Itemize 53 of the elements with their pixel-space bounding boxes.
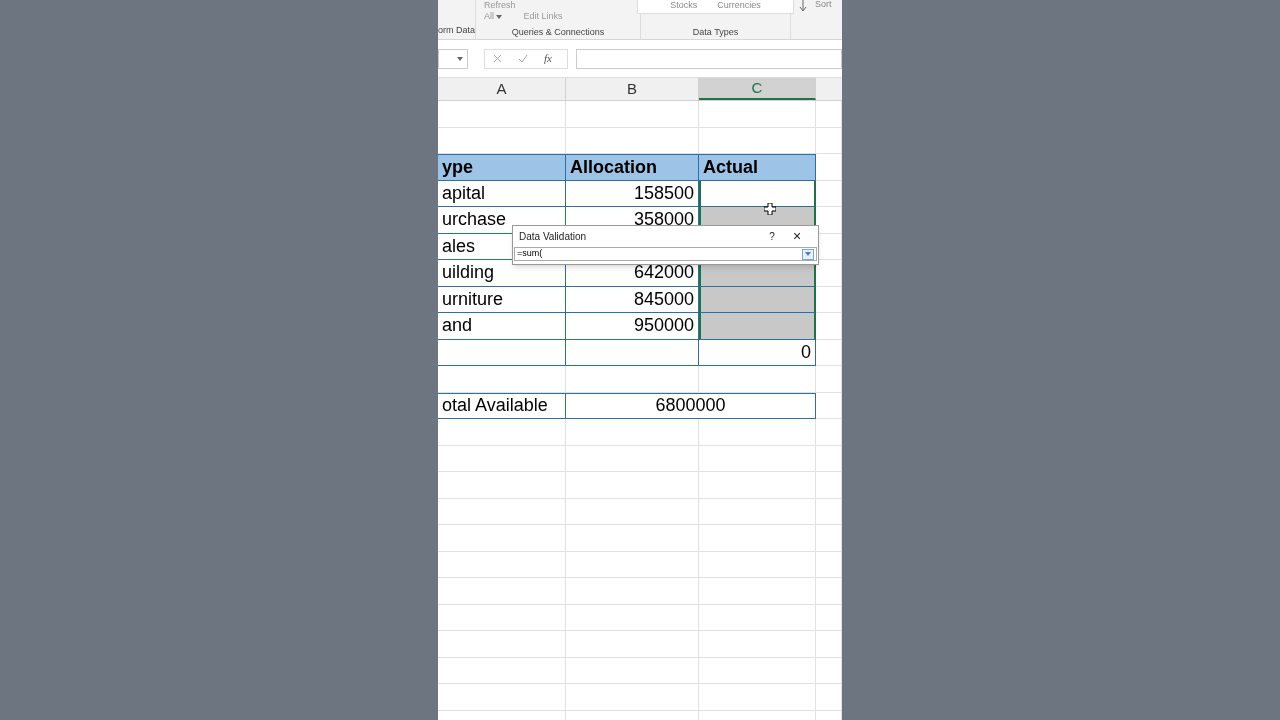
formula-field[interactable] (576, 48, 842, 69)
empty-cell (816, 472, 842, 499)
empty-cell (816, 631, 842, 658)
empty-cell (816, 419, 842, 446)
column-header[interactable]: A (438, 78, 566, 100)
empty-cell (816, 339, 842, 366)
refresh-button[interactable]: Refresh (484, 0, 516, 11)
header-cell: ype (438, 154, 566, 181)
cursor-icon (764, 203, 776, 215)
caret-icon (496, 14, 502, 19)
function-button[interactable]: fx (544, 50, 552, 67)
data-type-button[interactable]: Stocks (670, 0, 698, 13)
close-button[interactable]: × (782, 226, 812, 247)
table-cell: apital (438, 180, 566, 207)
table-cell: and (438, 313, 566, 340)
column-header[interactable]: C (699, 78, 816, 100)
empty-cell (816, 127, 842, 154)
group-label: Data Types (692, 25, 739, 39)
expand-icon[interactable] (802, 248, 814, 260)
help-button[interactable]: ? (762, 229, 782, 244)
table-cell: otal Available (438, 392, 566, 419)
header-cell: Actual (699, 154, 816, 181)
table-cell: 0 (699, 339, 816, 366)
empty-cell (816, 180, 842, 207)
cancel-icon[interactable] (493, 54, 502, 63)
data-type-button[interactable]: Currencies (717, 0, 761, 13)
check-icon[interactable] (518, 54, 528, 63)
empty-cell (816, 578, 842, 605)
empty-cell (816, 551, 842, 578)
group-label: Queries & Connections (511, 25, 605, 39)
group-label: orm Data (438, 23, 475, 37)
empty-cell (816, 154, 842, 181)
empty-cell (816, 525, 842, 552)
refresh-all-button[interactable]: All (484, 11, 516, 22)
empty-cell (816, 445, 842, 472)
empty-cell (816, 392, 842, 419)
empty-cell (816, 286, 842, 313)
name-box[interactable] (438, 48, 468, 69)
empty-cell (816, 366, 842, 393)
empty-cell (816, 684, 842, 711)
header-cell: Allocation (566, 154, 699, 181)
empty-cell (816, 101, 842, 128)
dropdown-icon (457, 56, 463, 61)
empty-cell (816, 313, 842, 340)
table-cell: urniture (438, 286, 566, 313)
table-cell: 6800000 (566, 392, 816, 419)
empty-cell (816, 498, 842, 525)
sort-arrow-icon[interactable] (799, 0, 807, 12)
reference-field[interactable]: =sum( (514, 247, 817, 261)
empty-cell (816, 604, 842, 631)
empty-cell (816, 657, 842, 684)
sort-button[interactable]: Sort (815, 0, 832, 12)
edit-links-button[interactable]: Edit Links (523, 10, 563, 24)
